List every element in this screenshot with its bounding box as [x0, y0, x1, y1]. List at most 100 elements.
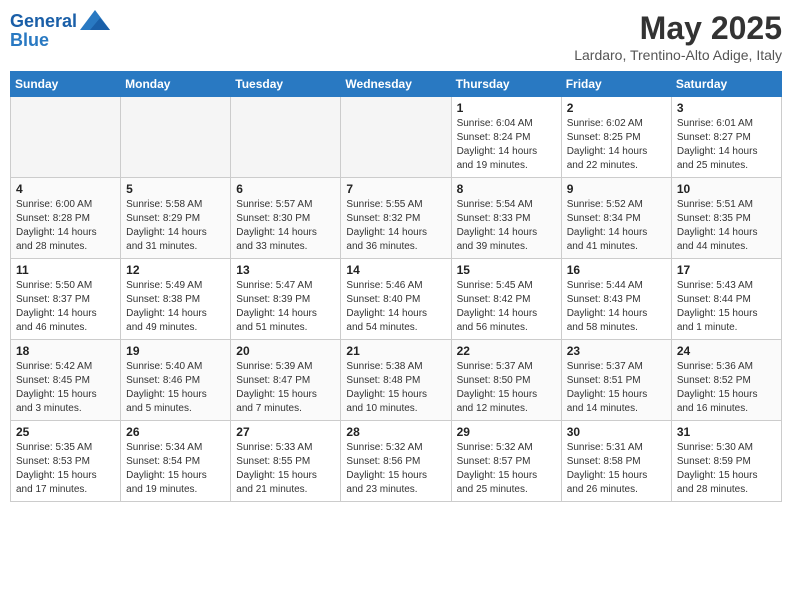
- cell-content: Sunrise: 6:02 AMSunset: 8:25 PMDaylight:…: [567, 117, 666, 173]
- calendar-cell: 27 Sunrise: 5:33 AMSunset: 8:55 PMDayligh…: [231, 421, 341, 502]
- calendar-cell: [341, 97, 451, 178]
- calendar-cell: 24 Sunrise: 5:36 AMSunset: 8:52 PMDayligh…: [671, 340, 781, 421]
- cell-content: Sunrise: 5:57 AMSunset: 8:30 PMDaylight:…: [236, 198, 335, 254]
- day-number: 29: [457, 425, 556, 439]
- day-number: 24: [677, 344, 776, 358]
- column-header-thursday: Thursday: [451, 72, 561, 97]
- column-header-tuesday: Tuesday: [231, 72, 341, 97]
- day-number: 27: [236, 425, 335, 439]
- cell-content: Sunrise: 5:54 AMSunset: 8:33 PMDaylight:…: [457, 198, 556, 254]
- cell-content: Sunrise: 5:30 AMSunset: 8:59 PMDaylight:…: [677, 441, 776, 497]
- day-number: 5: [126, 182, 225, 196]
- calendar-cell: 5 Sunrise: 5:58 AMSunset: 8:29 PMDaylight…: [121, 178, 231, 259]
- calendar-week-row: 18 Sunrise: 5:42 AMSunset: 8:45 PMDayligh…: [11, 340, 782, 421]
- calendar-cell: 1 Sunrise: 6:04 AMSunset: 8:24 PMDaylight…: [451, 97, 561, 178]
- day-number: 15: [457, 263, 556, 277]
- cell-content: Sunrise: 5:32 AMSunset: 8:57 PMDaylight:…: [457, 441, 556, 497]
- cell-content: Sunrise: 5:36 AMSunset: 8:52 PMDaylight:…: [677, 360, 776, 416]
- calendar-cell: 9 Sunrise: 5:52 AMSunset: 8:34 PMDaylight…: [561, 178, 671, 259]
- cell-content: Sunrise: 5:38 AMSunset: 8:48 PMDaylight:…: [346, 360, 445, 416]
- cell-content: Sunrise: 5:52 AMSunset: 8:34 PMDaylight:…: [567, 198, 666, 254]
- title-area: May 2025 Lardaro, Trentino-Alto Adige, I…: [574, 10, 782, 63]
- calendar-cell: 13 Sunrise: 5:47 AMSunset: 8:39 PMDayligh…: [231, 259, 341, 340]
- cell-content: Sunrise: 5:47 AMSunset: 8:39 PMDaylight:…: [236, 279, 335, 335]
- logo-icon: [80, 10, 110, 34]
- cell-content: Sunrise: 5:33 AMSunset: 8:55 PMDaylight:…: [236, 441, 335, 497]
- cell-content: Sunrise: 6:00 AMSunset: 8:28 PMDaylight:…: [16, 198, 115, 254]
- calendar-cell: 10Sunrise: 5:51 AMSunset: 8:35 PMDayligh…: [671, 178, 781, 259]
- calendar-cell: 29 Sunrise: 5:32 AMSunset: 8:57 PMDayligh…: [451, 421, 561, 502]
- day-number: 16: [567, 263, 666, 277]
- column-header-saturday: Saturday: [671, 72, 781, 97]
- calendar-cell: 6Sunrise: 5:57 AMSunset: 8:30 PMDaylight…: [231, 178, 341, 259]
- column-header-wednesday: Wednesday: [341, 72, 451, 97]
- calendar-cell: 23Sunrise: 5:37 AMSunset: 8:51 PMDayligh…: [561, 340, 671, 421]
- calendar-cell: 30 Sunrise: 5:31 AMSunset: 8:58 PMDayligh…: [561, 421, 671, 502]
- cell-content: Sunrise: 5:44 AMSunset: 8:43 PMDaylight:…: [567, 279, 666, 335]
- day-number: 18: [16, 344, 115, 358]
- day-number: 4: [16, 182, 115, 196]
- calendar-cell: 7 Sunrise: 5:55 AMSunset: 8:32 PMDaylight…: [341, 178, 451, 259]
- calendar-cell: [11, 97, 121, 178]
- cell-content: Sunrise: 5:35 AMSunset: 8:53 PMDaylight:…: [16, 441, 115, 497]
- day-number: 9: [567, 182, 666, 196]
- cell-content: Sunrise: 5:43 AMSunset: 8:44 PMDaylight:…: [677, 279, 776, 335]
- day-number: 20: [236, 344, 335, 358]
- day-number: 10: [677, 182, 776, 196]
- day-number: 26: [126, 425, 225, 439]
- cell-content: Sunrise: 5:58 AMSunset: 8:29 PMDaylight:…: [126, 198, 225, 254]
- day-number: 31: [677, 425, 776, 439]
- cell-content: Sunrise: 5:55 AMSunset: 8:32 PMDaylight:…: [346, 198, 445, 254]
- calendar-week-row: 4 Sunrise: 6:00 AMSunset: 8:28 PMDaylight…: [11, 178, 782, 259]
- day-number: 25: [16, 425, 115, 439]
- day-number: 19: [126, 344, 225, 358]
- day-number: 30: [567, 425, 666, 439]
- day-number: 23: [567, 344, 666, 358]
- cell-content: Sunrise: 5:42 AMSunset: 8:45 PMDaylight:…: [16, 360, 115, 416]
- calendar-table: SundayMondayTuesdayWednesdayThursdayFrid…: [10, 71, 782, 502]
- calendar-cell: 26Sunrise: 5:34 AMSunset: 8:54 PMDayligh…: [121, 421, 231, 502]
- day-number: 7: [346, 182, 445, 196]
- column-header-monday: Monday: [121, 72, 231, 97]
- day-number: 1: [457, 101, 556, 115]
- cell-content: Sunrise: 5:31 AMSunset: 8:58 PMDaylight:…: [567, 441, 666, 497]
- calendar-cell: 20 Sunrise: 5:39 AMSunset: 8:47 PMDayligh…: [231, 340, 341, 421]
- column-header-friday: Friday: [561, 72, 671, 97]
- cell-content: Sunrise: 6:04 AMSunset: 8:24 PMDaylight:…: [457, 117, 556, 173]
- calendar-cell: 11 Sunrise: 5:50 AMSunset: 8:37 PMDayligh…: [11, 259, 121, 340]
- day-number: 21: [346, 344, 445, 358]
- day-number: 8: [457, 182, 556, 196]
- calendar-cell: 4 Sunrise: 6:00 AMSunset: 8:28 PMDaylight…: [11, 178, 121, 259]
- calendar-cell: 19 Sunrise: 5:40 AMSunset: 8:46 PMDayligh…: [121, 340, 231, 421]
- calendar-cell: 31 Sunrise: 5:30 AMSunset: 8:59 PMDayligh…: [671, 421, 781, 502]
- calendar-header-row: SundayMondayTuesdayWednesdayThursdayFrid…: [11, 72, 782, 97]
- calendar-cell: 15 Sunrise: 5:45 AMSunset: 8:42 PMDayligh…: [451, 259, 561, 340]
- cell-content: Sunrise: 6:01 AMSunset: 8:27 PMDaylight:…: [677, 117, 776, 173]
- cell-content: Sunrise: 5:37 AMSunset: 8:50 PMDaylight:…: [457, 360, 556, 416]
- calendar-week-row: 11 Sunrise: 5:50 AMSunset: 8:37 PMDayligh…: [11, 259, 782, 340]
- cell-content: Sunrise: 5:40 AMSunset: 8:46 PMDaylight:…: [126, 360, 225, 416]
- calendar-cell: [121, 97, 231, 178]
- day-number: 12: [126, 263, 225, 277]
- calendar-cell: 17Sunrise: 5:43 AMSunset: 8:44 PMDayligh…: [671, 259, 781, 340]
- calendar-week-row: 1 Sunrise: 6:04 AMSunset: 8:24 PMDaylight…: [11, 97, 782, 178]
- calendar-cell: 25 Sunrise: 5:35 AMSunset: 8:53 PMDayligh…: [11, 421, 121, 502]
- calendar-cell: 18 Sunrise: 5:42 AMSunset: 8:45 PMDayligh…: [11, 340, 121, 421]
- month-title: May 2025: [574, 10, 782, 47]
- day-number: 28: [346, 425, 445, 439]
- column-header-sunday: Sunday: [11, 72, 121, 97]
- day-number: 14: [346, 263, 445, 277]
- cell-content: Sunrise: 5:45 AMSunset: 8:42 PMDaylight:…: [457, 279, 556, 335]
- day-number: 2: [567, 101, 666, 115]
- cell-content: Sunrise: 5:49 AMSunset: 8:38 PMDaylight:…: [126, 279, 225, 335]
- calendar-cell: 14Sunrise: 5:46 AMSunset: 8:40 PMDayligh…: [341, 259, 451, 340]
- calendar-cell: 12 Sunrise: 5:49 AMSunset: 8:38 PMDayligh…: [121, 259, 231, 340]
- calendar-week-row: 25 Sunrise: 5:35 AMSunset: 8:53 PMDayligh…: [11, 421, 782, 502]
- day-number: 13: [236, 263, 335, 277]
- cell-content: Sunrise: 5:50 AMSunset: 8:37 PMDaylight:…: [16, 279, 115, 335]
- location-title: Lardaro, Trentino-Alto Adige, Italy: [574, 47, 782, 63]
- calendar-cell: 21 Sunrise: 5:38 AMSunset: 8:48 PMDayligh…: [341, 340, 451, 421]
- calendar-cell: 8 Sunrise: 5:54 AMSunset: 8:33 PMDaylight…: [451, 178, 561, 259]
- cell-content: Sunrise: 5:39 AMSunset: 8:47 PMDaylight:…: [236, 360, 335, 416]
- day-number: 11: [16, 263, 115, 277]
